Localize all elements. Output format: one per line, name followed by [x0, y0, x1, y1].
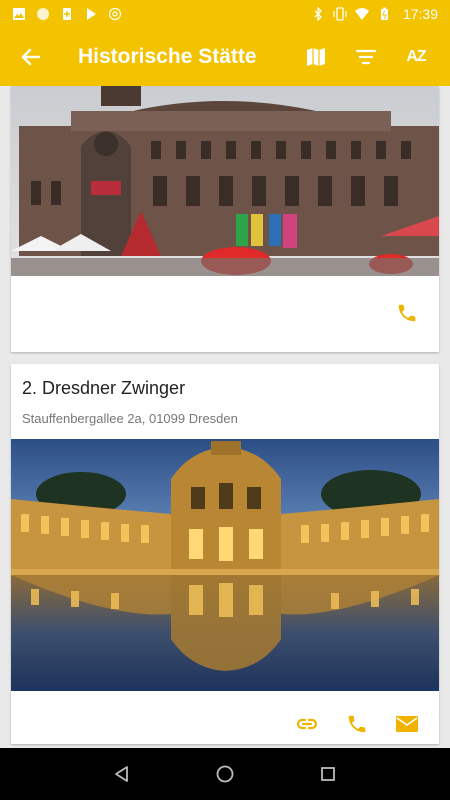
link-icon [296, 718, 318, 730]
app-bar: Historische Stätte AZ [0, 28, 450, 86]
status-bar: 17:39 [0, 0, 450, 28]
nav-recents-button[interactable] [313, 759, 343, 789]
list-item[interactable] [11, 86, 439, 352]
website-link-button[interactable] [295, 712, 319, 736]
battery-icon [380, 7, 388, 20]
page-title: Historische Stätte [78, 45, 257, 68]
nav-home-button[interactable] [210, 759, 240, 789]
nav-recents-icon [321, 767, 336, 781]
nav-back-button[interactable] [107, 759, 137, 789]
zwinger-image [11, 439, 439, 691]
play-store-icon [87, 8, 96, 20]
nav-back-icon [114, 766, 128, 782]
filter-icon [355, 49, 377, 65]
map-button[interactable] [294, 35, 338, 79]
semperoper-photo [11, 86, 439, 276]
status-left-icons [12, 7, 122, 21]
card-actions [395, 301, 419, 325]
results-list[interactable]: 2. Dresdner Zwinger Stauffenbergallee 2a… [0, 86, 450, 748]
card-title: 2. Dresdner Zwinger [22, 378, 186, 398]
system-nav-bar [0, 748, 450, 800]
circle-icon [37, 8, 49, 20]
vibrate-icon [333, 7, 347, 21]
at-sign-icon [108, 7, 122, 21]
arrow-left-icon [21, 48, 41, 66]
filter-button[interactable] [344, 35, 388, 79]
clock: 17:39 [402, 6, 438, 22]
phone-icon [398, 304, 416, 322]
wifi-icon [354, 8, 369, 20]
phone-icon [348, 715, 366, 733]
card-actions [295, 712, 419, 736]
email-button[interactable] [395, 712, 419, 736]
phone-button[interactable] [345, 712, 369, 736]
zwinger-photo [11, 439, 439, 691]
mail-icon [396, 716, 418, 732]
list-item[interactable]: 2. Dresdner Zwinger Stauffenbergallee 2a… [11, 364, 439, 744]
card-address: Stauffenbergallee 2a, 01099 Dresden [22, 411, 238, 426]
phone-button[interactable] [395, 301, 419, 325]
image-icon [13, 8, 25, 20]
back-button[interactable] [12, 39, 48, 75]
sort-az-icon: AZ [406, 48, 426, 65]
status-right-icons: 17:39 [311, 6, 438, 22]
nav-home-icon [216, 765, 234, 783]
bluetooth-icon [314, 7, 322, 21]
semperoper-image [11, 86, 439, 276]
sort-az-button[interactable]: AZ [394, 35, 438, 79]
map-icon [307, 48, 325, 66]
battery-saver-icon [63, 8, 71, 20]
